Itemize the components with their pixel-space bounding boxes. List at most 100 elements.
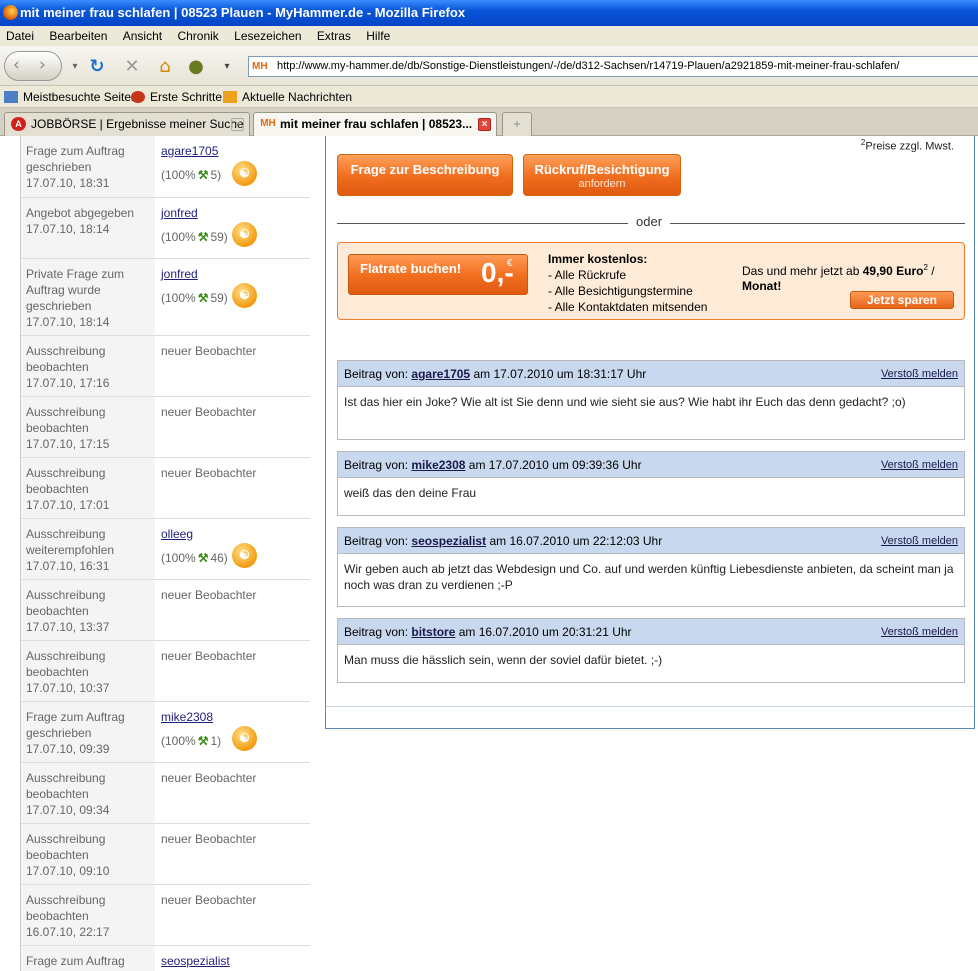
hammer-icon: ⚒ bbox=[197, 168, 209, 182]
question-button[interactable]: Frage zur Beschreibung bbox=[337, 154, 513, 196]
activity-note: neuer Beobachter bbox=[161, 405, 257, 419]
save-now-button[interactable]: Jetzt sparen bbox=[850, 291, 954, 309]
menu-extras[interactable]: Extras bbox=[317, 26, 351, 46]
bookmark-meistbesuchte[interactable]: Meistbesuchte Seiten bbox=[4, 86, 138, 108]
handshake-badge-icon: ☯ bbox=[232, 161, 257, 186]
menu-bar: Datei Bearbeiten Ansicht Chronik Lesezei… bbox=[0, 26, 978, 46]
activity-date: 17.07.10, 09:10 bbox=[26, 864, 110, 878]
user-link[interactable]: agare1705 bbox=[161, 144, 218, 158]
bookmark-erste-schritte[interactable]: Erste Schritte bbox=[131, 86, 222, 108]
stop-icon[interactable]: ✕ bbox=[121, 56, 143, 78]
back-arrow-icon[interactable]: ‹ bbox=[13, 55, 20, 75]
user-link[interactable]: seospezialist bbox=[161, 954, 230, 968]
activity-action: Frage zum Auftrag geschrieben bbox=[26, 710, 125, 740]
hammer-icon: ⚒ bbox=[197, 734, 209, 748]
post-date: am 16.07.2010 um 22:12:03 Uhr bbox=[489, 534, 663, 548]
activity-note: neuer Beobachter bbox=[161, 344, 257, 358]
post-header: Beitrag von: mike2308 am 17.07.2010 um 0… bbox=[338, 452, 964, 478]
bookmarks-toolbar: Meistbesuchte Seiten Erste Schritte Aktu… bbox=[0, 86, 978, 108]
activity-note: neuer Beobachter bbox=[161, 832, 257, 846]
activity-action: Ausschreibung beobachten bbox=[26, 405, 106, 435]
activity-row: Ausschreibung beobachten 17.07.10, 17:15 … bbox=[21, 397, 310, 458]
report-link[interactable]: Verstoß melden bbox=[881, 452, 958, 478]
post-author-link[interactable]: bitstore bbox=[411, 625, 455, 639]
activity-note: neuer Beobachter bbox=[161, 466, 257, 480]
report-link[interactable]: Verstoß melden bbox=[881, 361, 958, 387]
menu-datei[interactable]: Datei bbox=[6, 26, 34, 46]
home-icon[interactable]: ⌂ bbox=[154, 56, 176, 78]
addon-icon[interactable]: ● bbox=[185, 56, 207, 78]
post-body: weiß das den deine Frau bbox=[344, 486, 477, 500]
activity-date: 17.07.10, 16:31 bbox=[26, 559, 110, 573]
user-link[interactable]: jonfred bbox=[161, 267, 198, 281]
activity-row: Frage zum Auftrag geschrieben 17.07.10, 0… bbox=[21, 702, 310, 763]
euro-sign: € bbox=[507, 258, 513, 269]
activity-action: Ausschreibung beobachten bbox=[26, 893, 106, 923]
tab-jobboerse[interactable]: A JOBBÖRSE | Ergebnisse meiner Suche × bbox=[4, 112, 250, 136]
post-body: Ist das hier ein Joke? Wie alt ist Sie d… bbox=[344, 395, 906, 409]
menu-lesezeichen[interactable]: Lesezeichen bbox=[234, 26, 301, 46]
close-tab-icon[interactable]: × bbox=[478, 118, 491, 131]
report-link[interactable]: Verstoß melden bbox=[881, 619, 958, 645]
free-feature-item: - Alle Kontaktdaten mitsenden bbox=[548, 300, 708, 314]
activity-row: Angebot abgegeben 17.07.10, 18:14 jonfred… bbox=[21, 198, 310, 259]
activity-date: 17.07.10, 18:31 bbox=[26, 176, 110, 190]
activity-row: Ausschreibung beobachten 17.07.10, 17:16 … bbox=[21, 336, 310, 397]
activity-date: 16.07.10, 22:17 bbox=[26, 925, 110, 939]
button-label: Flatrate buchen! bbox=[360, 261, 462, 276]
activity-date: 17.07.10, 10:37 bbox=[26, 681, 110, 695]
bookmark-aktuelle-nachrichten[interactable]: Aktuelle Nachrichten bbox=[223, 86, 352, 108]
window-titlebar: mit meiner frau schlafen | 08523 Plauen … bbox=[0, 0, 978, 26]
user-link[interactable]: jonfred bbox=[161, 206, 198, 220]
post-author-link[interactable]: agare1705 bbox=[411, 367, 470, 381]
activity-row: Frage zum Auftrag seospezialist bbox=[21, 946, 310, 971]
tab-bar: A JOBBÖRSE | Ergebnisse meiner Suche × M… bbox=[0, 108, 978, 136]
report-link[interactable]: Verstoß melden bbox=[881, 528, 958, 554]
menu-ansicht[interactable]: Ansicht bbox=[123, 26, 162, 46]
post-author-link[interactable]: seospezialist bbox=[411, 534, 486, 548]
url-text[interactable]: http://www.my-hammer.de/db/Sonstige-Dien… bbox=[277, 60, 899, 72]
history-dropdown-icon[interactable]: ▾ bbox=[64, 56, 86, 78]
free-features: Immer kostenlos: - Alle Rückrufe - Alle … bbox=[548, 251, 707, 315]
callback-button[interactable]: Rückruf/Besichtigung anfordern bbox=[523, 154, 681, 196]
post-author-link[interactable]: mike2308 bbox=[411, 458, 465, 472]
flatrate-offer: Das und mehr jetzt ab 49,90 Euro2 / Mona… bbox=[742, 260, 957, 294]
menu-hilfe[interactable]: Hilfe bbox=[366, 26, 390, 46]
firefox-bookmark-icon bbox=[131, 91, 145, 103]
menu-bearbeiten[interactable]: Bearbeiten bbox=[49, 26, 107, 46]
forward-arrow-icon[interactable]: › bbox=[39, 55, 46, 75]
user-link[interactable]: mike2308 bbox=[161, 710, 213, 724]
hammer-icon: ⚒ bbox=[197, 291, 209, 305]
new-tab-button[interactable]: + bbox=[502, 112, 532, 136]
post-prefix: Beitrag von: bbox=[344, 534, 409, 548]
tab-myhammer[interactable]: MH mit meiner frau schlafen | 08523... × bbox=[253, 112, 497, 136]
bookmark-label: Erste Schritte bbox=[150, 90, 223, 104]
hammer-icon: ⚒ bbox=[197, 551, 209, 565]
user-link[interactable]: olleeg bbox=[161, 527, 193, 541]
reload-icon[interactable]: ↻ bbox=[86, 56, 108, 78]
menu-chronik[interactable]: Chronik bbox=[177, 26, 218, 46]
page-viewport: Frage zum Auftrag geschrieben 17.07.10, 1… bbox=[0, 136, 978, 971]
window-title: mit meiner frau schlafen | 08523 Plauen … bbox=[20, 5, 466, 20]
bookmark-label: Meistbesuchte Seiten bbox=[23, 90, 138, 104]
handshake-badge-icon: ☯ bbox=[232, 222, 257, 247]
activity-date: 17.07.10, 18:14 bbox=[26, 315, 110, 329]
activity-row: Ausschreibung beobachten 17.07.10, 17:01 … bbox=[21, 458, 310, 519]
activity-action: Private Frage zum Auftrag wurde geschrie… bbox=[26, 267, 125, 313]
activity-date: 17.07.10, 17:01 bbox=[26, 498, 110, 512]
activity-row: Ausschreibung weiterempfohlen 17.07.10, 1… bbox=[21, 519, 310, 580]
firefox-icon bbox=[3, 5, 18, 20]
handshake-badge-icon: ☯ bbox=[232, 543, 257, 568]
tab-label: mit meiner frau schlafen | 08523... bbox=[280, 117, 473, 131]
activity-note: neuer Beobachter bbox=[161, 771, 257, 785]
menu-dropdown-icon[interactable]: ▾ bbox=[216, 56, 238, 78]
url-bar[interactable]: MH http://www.my-hammer.de/db/Sonstige-D… bbox=[248, 56, 978, 77]
handshake-badge-icon: ☯ bbox=[232, 283, 257, 308]
flatrate-button[interactable]: Flatrate buchen! 0,- € bbox=[348, 254, 528, 295]
post-date: am 16.07.2010 um 20:31:21 Uhr bbox=[458, 625, 632, 639]
close-tab-icon[interactable]: × bbox=[231, 118, 244, 131]
activity-action: Ausschreibung weiterempfohlen bbox=[26, 527, 115, 557]
mh-favicon-icon: MH bbox=[260, 118, 276, 129]
handshake-badge-icon: ☯ bbox=[232, 726, 257, 751]
activity-row: Ausschreibung beobachten 17.07.10, 09:34 … bbox=[21, 763, 310, 824]
